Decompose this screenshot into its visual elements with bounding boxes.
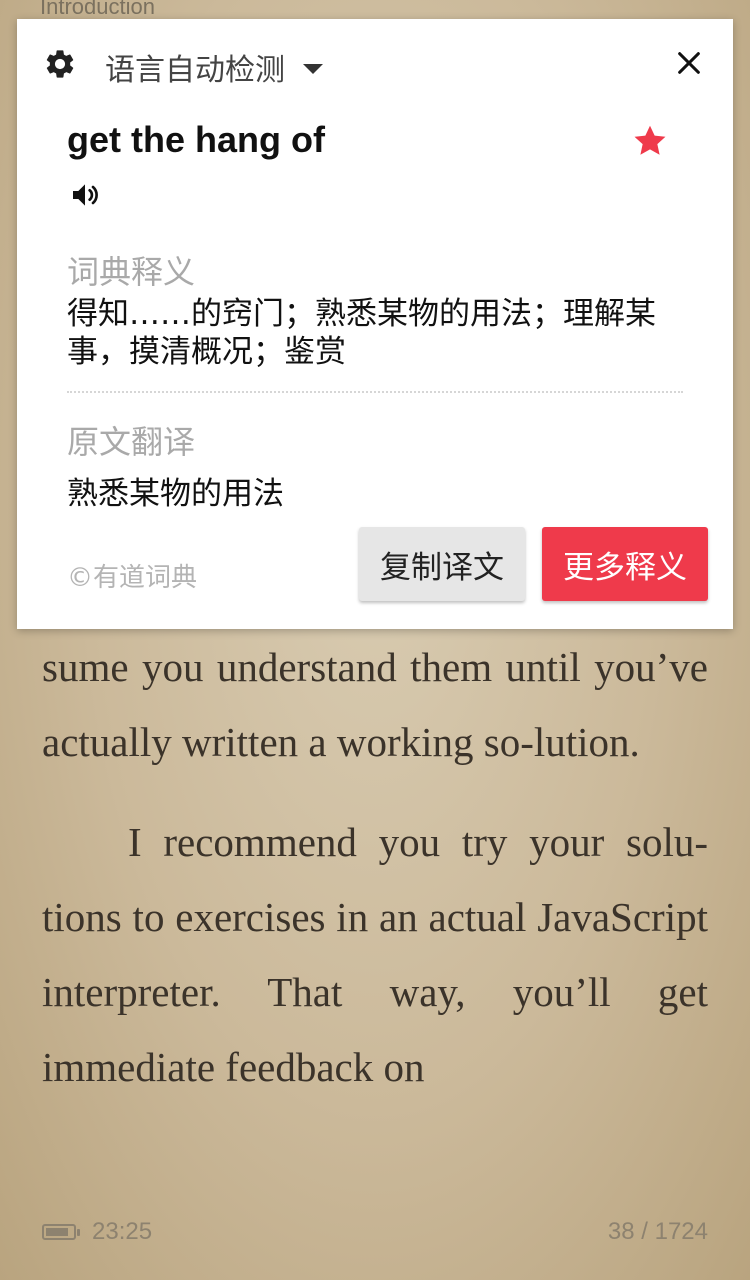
- dictionary-popup: 语言自动检测 get the hang of 词典释义 得知……的窍门；熟悉某物…: [17, 19, 733, 629]
- translation-text: 熟悉某物的用法: [67, 476, 284, 512]
- status-area: 23:25: [42, 1218, 152, 1246]
- more-definitions-button[interactable]: 更多释义: [542, 527, 708, 601]
- gear-icon[interactable]: [43, 47, 77, 81]
- dictionary-definition: 得知……的窍门；熟悉某物的用法；理解某事，摸清概况；鉴赏: [67, 296, 656, 370]
- language-dropdown[interactable]: 语言自动检测: [105, 45, 323, 89]
- clock: 23:25: [92, 1218, 153, 1245]
- paragraph: I recommend you try your solu-tions to e…: [42, 819, 708, 1090]
- speaker-icon[interactable]: [67, 179, 103, 211]
- chapter-title: Introduction: [40, 0, 155, 19]
- dictionary-section-title: 词典释义: [67, 253, 196, 291]
- source-label: ©有道词典: [67, 563, 198, 593]
- reader-footer: 23:25 38 / 1724: [42, 1212, 708, 1252]
- battery-icon: [42, 1224, 80, 1240]
- star-icon[interactable]: [631, 123, 669, 159]
- language-label: 语言自动检测: [105, 53, 285, 88]
- section-divider: [67, 391, 683, 393]
- page-indicator: 38 / 1724: [607, 1218, 708, 1245]
- translation-section-title: 原文翻译: [67, 423, 196, 461]
- close-icon[interactable]: [675, 49, 703, 77]
- reading-text: sume you understand them until you’ve ac…: [42, 630, 708, 1105]
- caret-down-icon: [303, 64, 323, 74]
- popup-header: 语言自动检测: [17, 19, 733, 107]
- copy-translation-button[interactable]: 复制译文: [359, 527, 525, 601]
- paragraph: sume you understand them until you’ve ac…: [42, 644, 708, 765]
- headword: get the hang of: [67, 119, 325, 160]
